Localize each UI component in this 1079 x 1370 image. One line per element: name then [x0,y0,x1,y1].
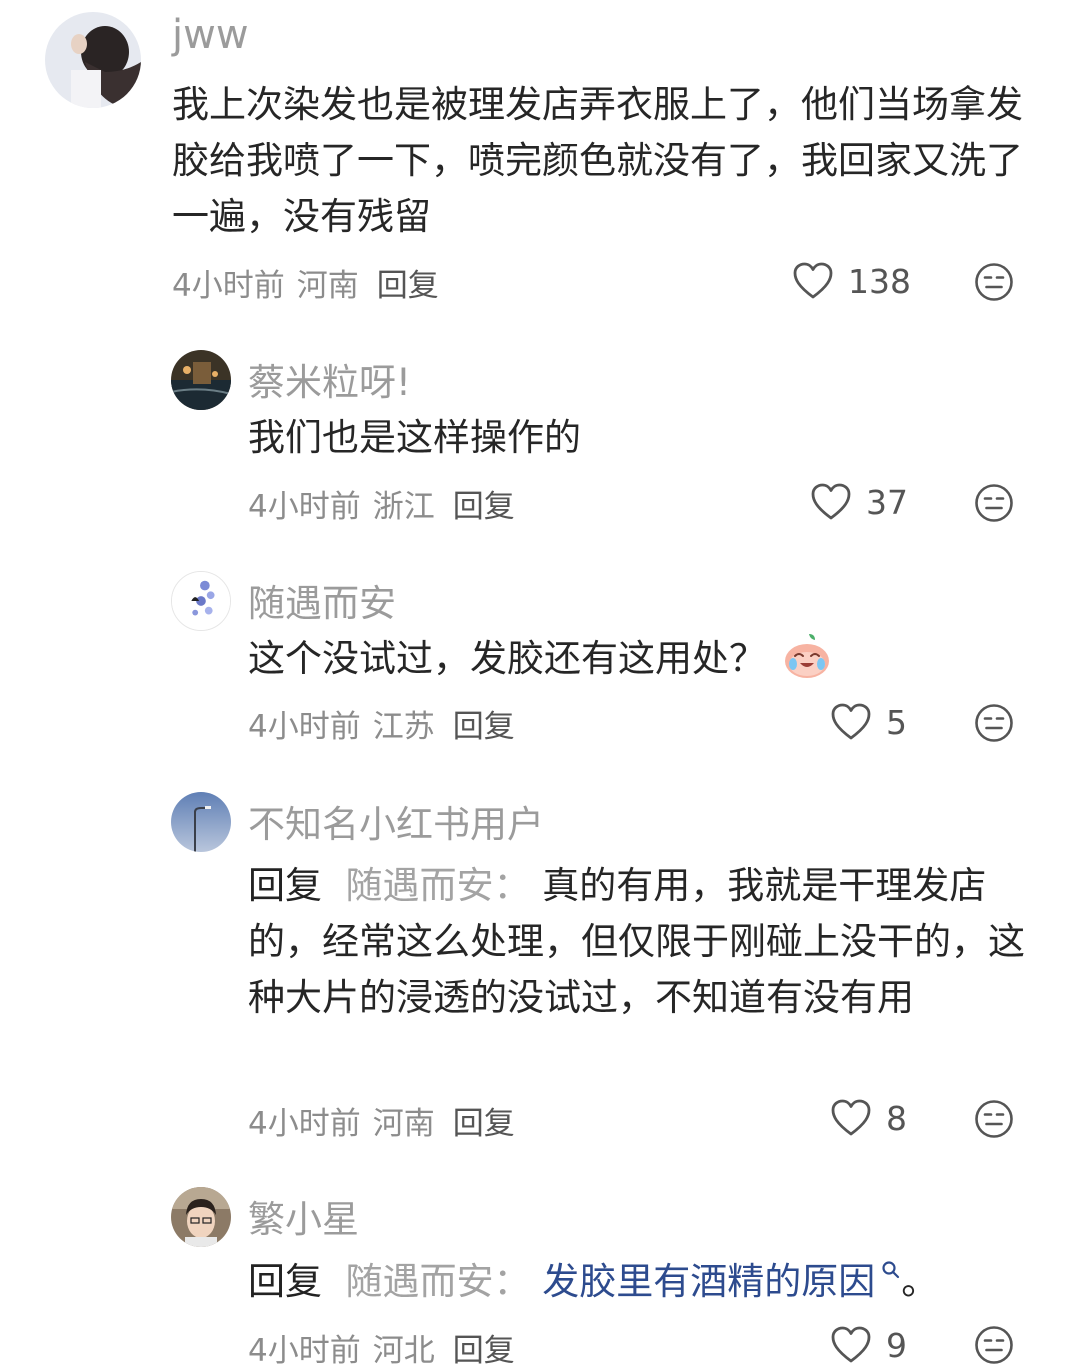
comment-text-content: 这个没试过，发胶还有这用处？ [248,637,766,680]
avatar[interactable] [45,12,141,108]
comment-location: 江苏 [372,709,435,745]
comment-item: 蔡米粒呀! 我们也是这样操作的 4小时前 浙江 回复 37 [0,330,1079,555]
neutral-face-icon[interactable] [974,262,1014,302]
reply-button[interactable]: 回复 [453,489,515,525]
comment-time: 4小时前 [248,489,361,525]
like-count: 8 [886,1098,907,1138]
comment-username[interactable]: 蔡米粒呀! [248,352,411,406]
avatar[interactable] [171,792,231,852]
comment-username[interactable]: jww [172,12,249,58]
comment-location: 河南 [372,1106,435,1142]
comment-item: 不知名小红书用户 回复 随遇而安： 真的有用，我就是干理发店的，经常这么处理，但… [0,780,1079,1175]
comment-time: 4小时前 [248,709,361,745]
comment-location: 浙江 [372,489,435,525]
heart-outline-icon [793,262,833,299]
like-button[interactable]: 37 [810,480,908,524]
like-count: 9 [886,1325,907,1365]
avatar[interactable] [171,571,231,631]
avatar[interactable] [171,350,231,410]
reply-prefix: 回复 [248,864,322,907]
neutral-face-icon[interactable] [974,483,1014,523]
comment-username[interactable]: 不知名小红书用户 [248,794,544,848]
comment-text: 我们也是这样操作的 [248,416,581,459]
heart-outline-icon [831,1326,871,1363]
comment-time: 4小时前 [248,1333,361,1369]
like-button[interactable]: 138 [792,259,911,303]
reply-button[interactable]: 回复 [453,1106,515,1142]
like-button[interactable]: 5 [830,700,907,744]
comment-meta: 4小时前 河南 回复 [172,260,451,305]
search-link[interactable]: 发胶里有酒精的原因 [542,1260,875,1303]
comment-text: 我上次染发也是被理发店弄衣服上了，他们当场拿发胶给我喷了一下，喷完颜色就没有了，… [172,83,1023,238]
comment-text: 这个没试过，发胶还有这用处？ [248,631,1048,687]
comment-text: 回复 随遇而安： 真的有用，我就是干理发店的，经常这么处理，但仅限于刚碰上没干的… [248,858,1028,1026]
heart-outline-icon [831,703,871,740]
like-count: 138 [848,261,911,301]
comment-text-end: 。 [901,1260,939,1303]
comment-meta: 4小时前 河北 回复 [248,1325,527,1370]
heart-outline-icon [811,483,851,520]
comment-meta: 4小时前 江苏 回复 [248,701,527,746]
reply-button[interactable]: 回复 [377,268,439,304]
heart-outline-icon [831,1099,871,1136]
mention-username[interactable]: 随遇而安： [346,864,531,907]
reply-button[interactable]: 回复 [453,1333,515,1369]
mention-username[interactable]: 随遇而安： [346,1260,531,1303]
comment-item: jww 我上次染发也是被理发店弄衣服上了，他们当场拿发胶给我喷了一下，喷完颜色就… [0,0,1079,330]
like-count: 5 [886,702,907,742]
avatar[interactable] [171,1187,231,1247]
comment-meta: 4小时前 浙江 回复 [248,481,527,526]
comment-meta: 4小时前 河南 回复 [248,1098,527,1143]
comment-location: 河北 [372,1333,435,1369]
like-count: 37 [866,482,908,522]
like-button[interactable]: 8 [830,1096,907,1140]
reply-button[interactable]: 回复 [453,709,515,745]
comment-location: 河南 [296,268,359,304]
reply-prefix: 回复 [248,1260,322,1303]
comment-item: 随遇而安 这个没试过，发胶还有这用处？ 4小时前 江苏 回复 5 [0,555,1079,780]
neutral-face-icon[interactable] [974,1099,1014,1139]
search-icon[interactable] [881,1260,901,1280]
comment-text: 回复 随遇而安： 发胶里有酒精的原因。 [248,1254,1038,1310]
neutral-face-icon[interactable] [974,1325,1014,1365]
like-button[interactable]: 9 [830,1323,907,1367]
crying-laughing-peach-emoji [785,634,829,678]
comment-username[interactable]: 繁小星 [248,1189,359,1243]
comment-time: 4小时前 [248,1106,361,1142]
comment-username[interactable]: 随遇而安 [248,573,396,627]
neutral-face-icon[interactable] [974,703,1014,743]
comment-item: 繁小星 回复 随遇而安： 发胶里有酒精的原因。 4小时前 河北 回复 9 [0,1175,1079,1369]
comment-time: 4小时前 [172,268,285,304]
